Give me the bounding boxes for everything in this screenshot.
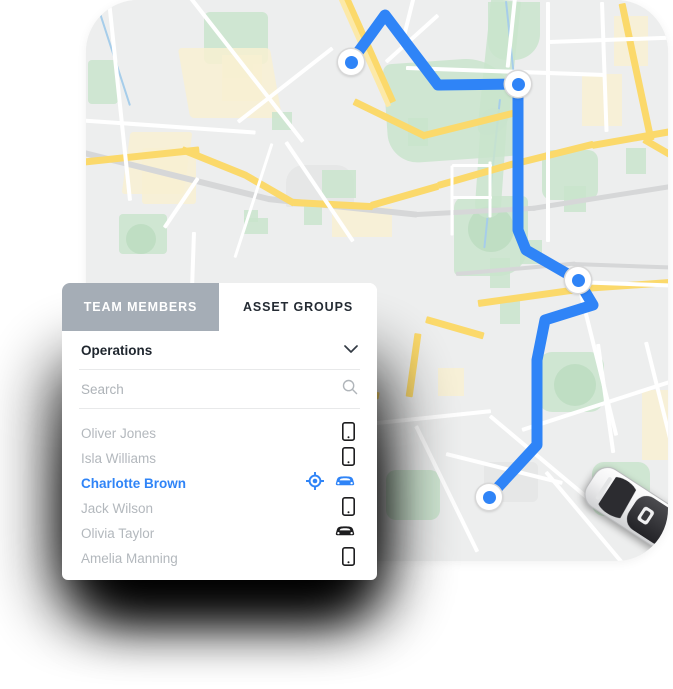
search-row[interactable] <box>62 370 377 408</box>
waypoint-marker[interactable] <box>505 71 531 97</box>
smartphone-icon[interactable] <box>342 421 355 446</box>
tab-asset-groups[interactable]: ASSET GROUPS <box>219 283 377 331</box>
panel-tabs: TEAM MEMBERS ASSET GROUPS <box>62 283 377 331</box>
tab-team-members[interactable]: TEAM MEMBERS <box>62 283 219 331</box>
member-icons <box>305 471 355 495</box>
member-icons <box>335 524 355 543</box>
chevron-down-icon[interactable] <box>344 341 358 359</box>
member-icons <box>342 546 355 571</box>
member-list: Oliver Jones Isla Williams Charlotte Bro… <box>62 409 377 571</box>
gps-target-icon[interactable] <box>305 471 325 495</box>
marker-dot <box>511 77 525 91</box>
smartphone-icon[interactable] <box>342 496 355 521</box>
list-item[interactable]: Amelia Manning <box>62 546 377 571</box>
list-item[interactable]: Olivia Taylor <box>62 521 377 546</box>
team-panel: TEAM MEMBERS ASSET GROUPS Operations Sea… <box>62 283 377 580</box>
member-name: Oliver Jones <box>81 426 157 441</box>
marker-dot <box>571 273 585 287</box>
member-name: Jack Wilson <box>81 501 154 516</box>
member-icons <box>342 496 355 521</box>
member-name: Charlotte Brown <box>81 476 187 491</box>
member-name: Amelia Manning <box>81 551 178 566</box>
member-icons <box>342 421 355 446</box>
list-item[interactable]: Oliver Jones <box>62 421 377 446</box>
smartphone-icon[interactable] <box>342 446 355 471</box>
marker-dot <box>344 55 358 69</box>
member-icons <box>342 446 355 471</box>
waypoint-start-marker[interactable] <box>338 49 364 75</box>
smartphone-icon[interactable] <box>342 546 355 571</box>
list-item[interactable]: Isla Williams <box>62 446 377 471</box>
list-item[interactable]: Jack Wilson <box>62 496 377 521</box>
list-item-selected[interactable]: Charlotte Brown <box>62 471 377 496</box>
group-label: Operations <box>81 342 153 358</box>
car-icon[interactable] <box>335 474 355 493</box>
member-name: Olivia Taylor <box>81 526 155 541</box>
member-name: Isla Williams <box>81 451 157 466</box>
waypoint-marker[interactable] <box>565 267 591 293</box>
group-selector-row[interactable]: Operations <box>62 331 377 369</box>
car-icon[interactable] <box>335 524 355 543</box>
search-icon[interactable] <box>342 379 358 400</box>
app-root: TEAM MEMBERS ASSET GROUPS Operations Sea… <box>0 0 673 689</box>
search-input[interactable] <box>81 381 311 397</box>
marker-dot <box>482 490 496 504</box>
waypoint-vehicle-marker[interactable] <box>476 484 502 510</box>
